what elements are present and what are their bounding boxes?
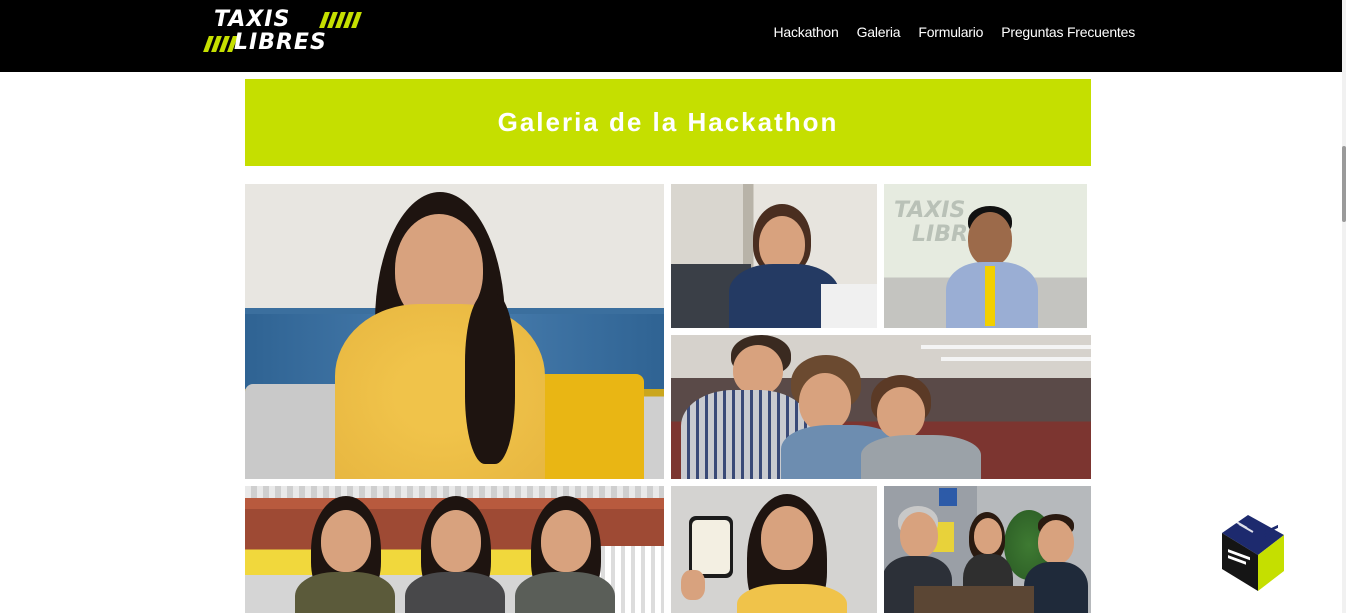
nav-link-hackathon[interactable]: Hackathon [773, 24, 838, 40]
gallery-title: Galeria de la Hackathon [497, 107, 839, 137]
top-navbar: TAXIS LIBRES Hackathon Galeria Formulari… [0, 0, 1342, 72]
gallery-banner: Galeria de la Hackathon [245, 79, 1091, 166]
office-meeting-photo[interactable] [884, 486, 1091, 613]
nav-link-galeria[interactable]: Galeria [857, 24, 901, 40]
team-at-computer-photo[interactable] [671, 335, 1091, 479]
taxis-libres-logo[interactable]: TAXIS LIBRES [203, 7, 362, 55]
logo-line-1: TAXIS [214, 7, 291, 32]
woman-on-sofa-photo[interactable] [245, 184, 664, 479]
taxis-libres-cube-icon[interactable] [1222, 515, 1284, 591]
main-nav: Hackathon Galeria Formulario Preguntas F… [773, 24, 1135, 40]
call-center-agent-photo[interactable] [671, 184, 877, 328]
nav-link-formulario[interactable]: Formulario [918, 24, 983, 40]
woman-with-phone-photo[interactable] [671, 486, 877, 613]
nav-link-preguntas-frecuentes[interactable]: Preguntas Frecuentes [1001, 24, 1135, 40]
man-yellow-tie-photo[interactable]: TAXIS LIBRES [884, 184, 1087, 328]
logo-stripes-top [319, 12, 362, 28]
page-scrollbar-track[interactable] [1342, 0, 1346, 613]
logo-line-2: LIBRES [234, 30, 327, 55]
three-women-with-taxi-photo[interactable] [245, 486, 664, 613]
page-scrollbar-thumb[interactable] [1342, 146, 1346, 222]
logo-stripes-bottom [203, 36, 238, 52]
